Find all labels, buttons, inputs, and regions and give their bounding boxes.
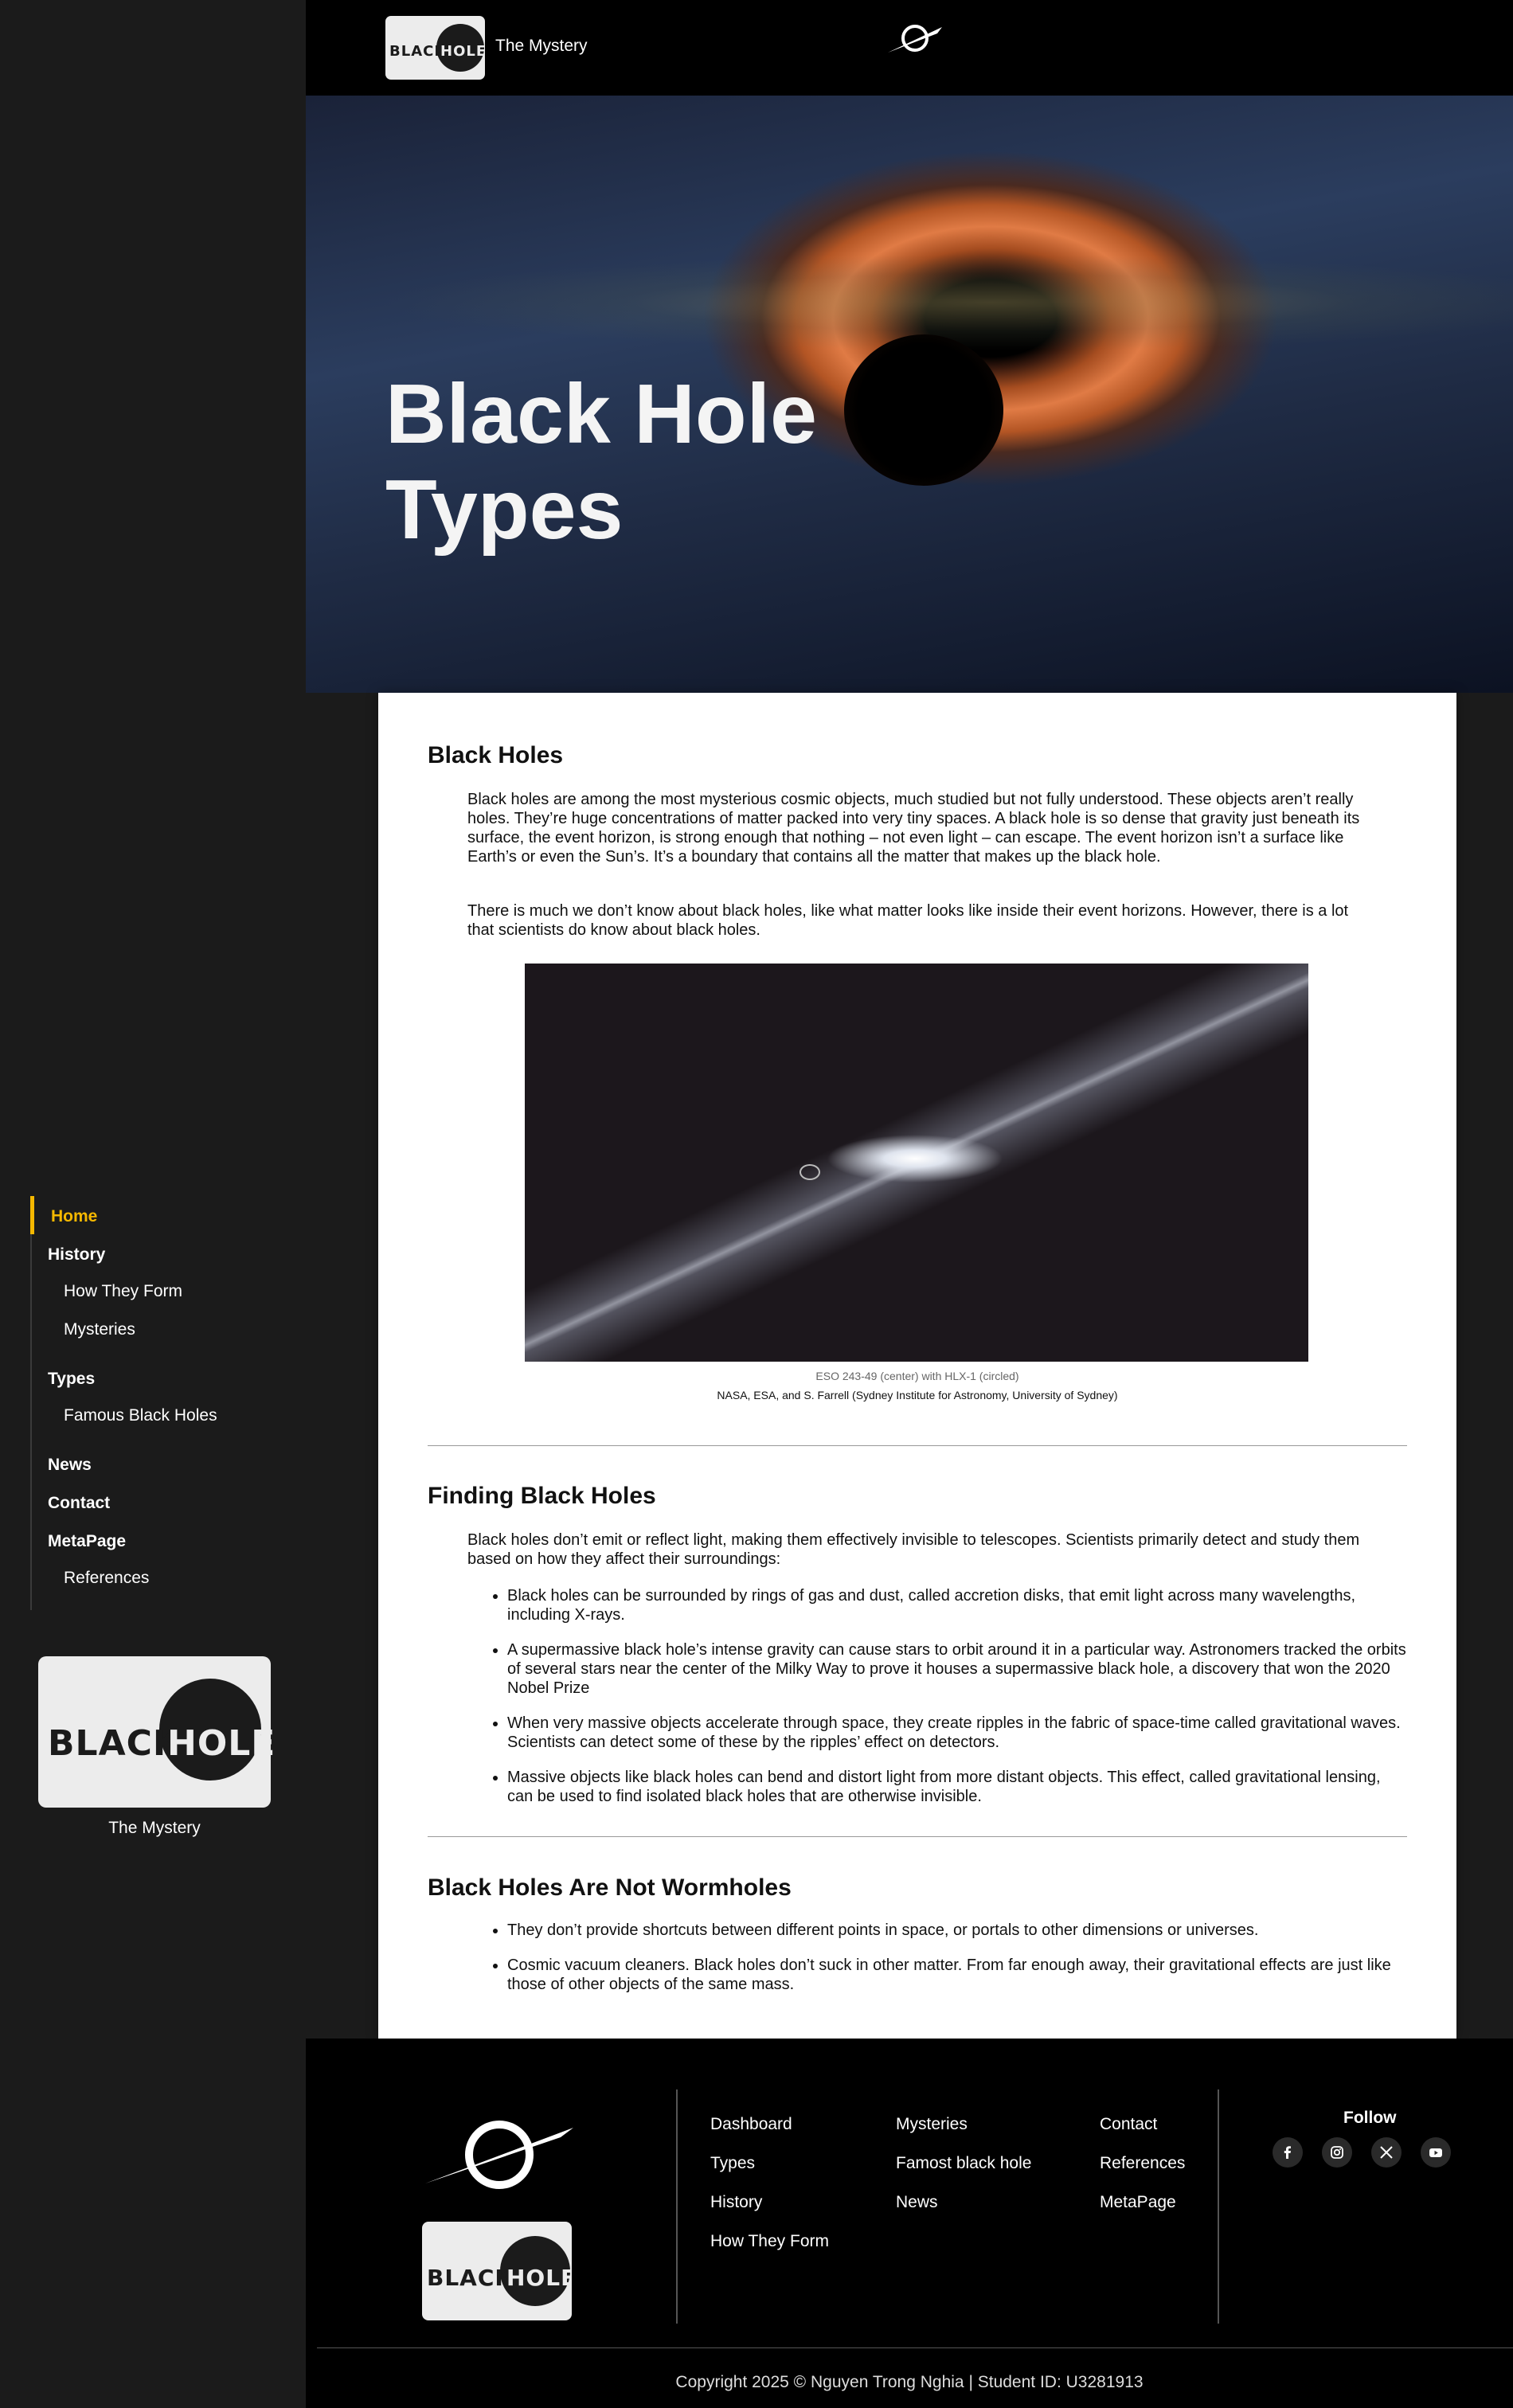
hlx1-circle-marker [800, 1164, 820, 1180]
header-logo[interactable]: BLACK HOLE [385, 16, 485, 80]
sidebar-logo[interactable]: BLACK HOLE [38, 1656, 275, 1808]
hero-title: Black Hole Types [385, 366, 863, 557]
copyright-text: Copyright 2025 © Nguyen Trong Nghia | St… [675, 2373, 1144, 2391]
sidebar-item-types[interactable]: Types [48, 1370, 95, 1389]
follow-label: Follow [1343, 2109, 1397, 2127]
paragraph-intro: Black holes are among the most mysteriou… [467, 791, 1360, 866]
divider [428, 1445, 1407, 1446]
section-title-black-holes: Black Holes [428, 742, 564, 768]
hero-title-line1: Black Hole [385, 367, 818, 461]
footer-link-famous[interactable]: Famost black hole [896, 2154, 1031, 2173]
logo-word-black: BLACK [389, 43, 447, 60]
facebook-icon[interactable] [1273, 2137, 1303, 2168]
header-title: The Mystery [495, 37, 588, 55]
footer-link-mysteries[interactable]: Mysteries [896, 2115, 968, 2134]
sidebar-item-mysteries[interactable]: Mysteries [64, 1320, 135, 1339]
list-item: Cosmic vacuum cleaners. Black holes don’… [507, 1956, 1407, 1994]
wormhole-list: They don’t provide shortcuts between dif… [467, 1921, 1407, 2010]
sidebar-item-home[interactable]: Home [51, 1207, 97, 1226]
logo-word-hole: HOLE [506, 2265, 572, 2291]
hero-title-line2: Types [385, 463, 624, 557]
footer-link-history[interactable]: History [710, 2193, 762, 2212]
footer-divider [676, 2089, 678, 2324]
footer-link-news[interactable]: News [896, 2193, 938, 2212]
list-item: Massive objects like black holes can ben… [507, 1768, 1407, 1806]
sidebar-item-references[interactable]: References [64, 1569, 149, 1588]
sidebar-item-famous-black-holes[interactable]: Famous Black Holes [64, 1406, 217, 1425]
section-title-finding: Finding Black Holes [428, 1483, 656, 1509]
footer-divider [1218, 2089, 1219, 2324]
sidebar-item-how-they-form[interactable]: How They Form [64, 1282, 182, 1301]
footer-link-how-they-form[interactable]: How They Form [710, 2232, 829, 2251]
logo-word-hole: HOLE [167, 1723, 276, 1764]
sidebar: Home History How They Form Mysteries Typ… [0, 0, 306, 2408]
finding-list: Black holes can be surrounded by rings o… [467, 1586, 1407, 1822]
top-bar: BLACK HOLE The Mystery [306, 0, 1513, 96]
paragraph-finding-intro: Black holes don’t emit or reflect light,… [467, 1531, 1360, 1568]
footer-link-metapage[interactable]: MetaPage [1100, 2193, 1176, 2212]
instagram-icon[interactable] [1322, 2137, 1352, 2168]
section-title-wormholes: Black Holes Are Not Wormholes [428, 1874, 792, 1901]
footer-link-references[interactable]: References [1100, 2154, 1185, 2173]
footer: BLACK HOLE Dashboard Types History How T… [306, 2039, 1513, 2408]
footer-link-contact[interactable]: Contact [1100, 2115, 1157, 2134]
youtube-icon[interactable] [1421, 2137, 1451, 2168]
hero-banner: Black Hole Types [306, 96, 1513, 693]
paragraph-unknowns: There is much we don’t know about black … [467, 902, 1349, 939]
x-icon[interactable] [1371, 2137, 1402, 2168]
sidebar-item-contact[interactable]: Contact [48, 1494, 110, 1513]
photo-credit: NASA, ESA, and S. Farrell (Sydney Instit… [717, 1389, 1118, 1401]
photo-caption: ESO 243-49 (center) with HLX-1 (circled) [815, 1370, 1019, 1382]
active-indicator [30, 1196, 34, 1234]
article-card: Black Holes Black holes are among the mo… [378, 693, 1456, 2039]
sidebar-item-history[interactable]: History [48, 1245, 105, 1265]
galaxy-photo [525, 964, 1308, 1362]
list-item: They don’t provide shortcuts between dif… [507, 1921, 1407, 1940]
footer-link-dashboard[interactable]: Dashboard [710, 2115, 792, 2134]
hero-black-hole-image [844, 334, 1003, 486]
logo-word-black: BLACK [427, 2265, 514, 2291]
sidebar-nav: Home History How They Form Mysteries Typ… [30, 1196, 307, 1610]
list-item: When very massive objects accelerate thr… [507, 1714, 1407, 1752]
sidebar-item-news[interactable]: News [48, 1456, 92, 1475]
footer-rule [317, 2347, 1513, 2348]
planet-orbit-icon[interactable] [885, 19, 945, 61]
footer-logo[interactable]: BLACK HOLE [422, 2222, 572, 2320]
divider [428, 1836, 1407, 1837]
list-item: A supermassive black hole’s intense grav… [507, 1640, 1407, 1698]
sidebar-item-metapage[interactable]: MetaPage [48, 1532, 126, 1551]
logo-word-hole: HOLE [440, 43, 485, 60]
footer-link-types[interactable]: Types [710, 2154, 755, 2173]
planet-orbit-icon[interactable] [424, 2113, 575, 2200]
list-item: Black holes can be surrounded by rings o… [507, 1586, 1407, 1624]
logo-word-black: BLACK [48, 1723, 182, 1764]
sidebar-tagline: The Mystery [108, 1819, 201, 1837]
